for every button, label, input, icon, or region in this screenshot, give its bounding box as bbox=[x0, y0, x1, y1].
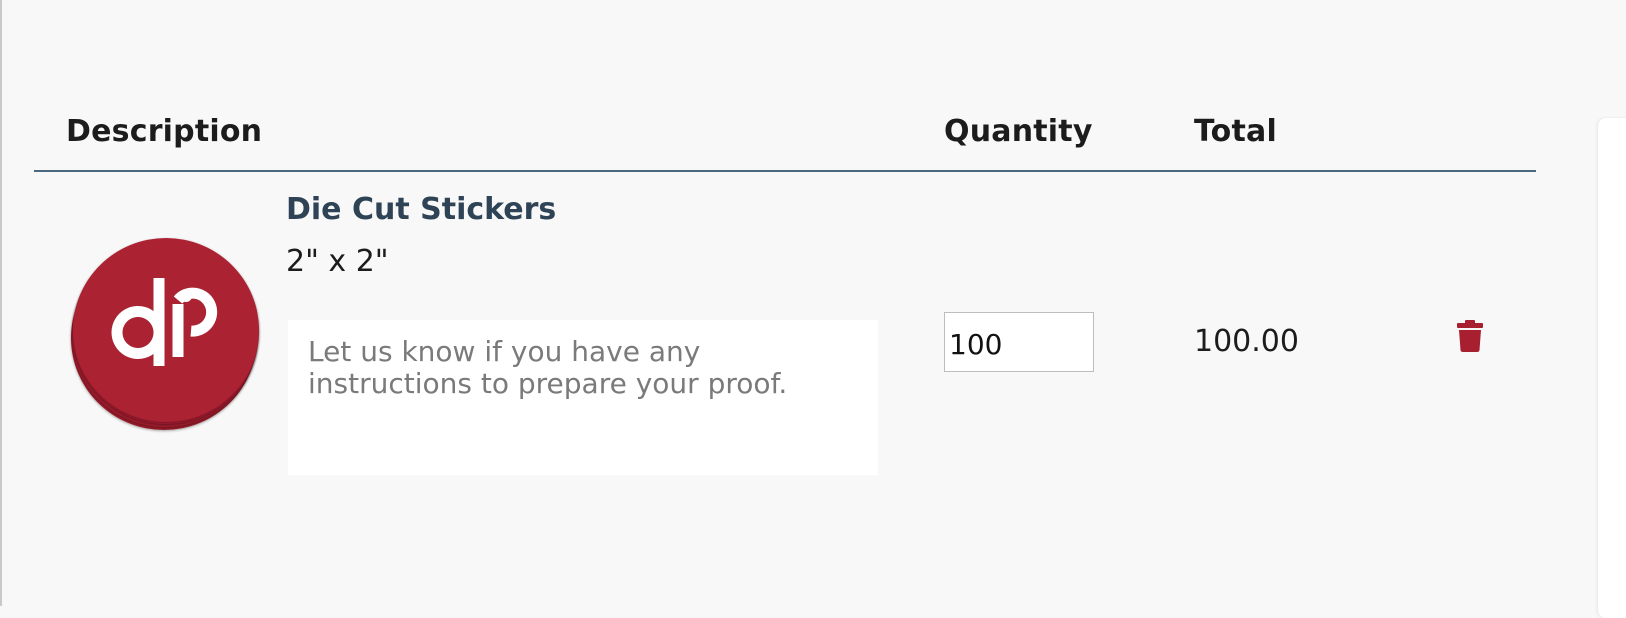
cart-item-row: Die Cut Stickers 2" x 2" 100.00 bbox=[34, 172, 1536, 492]
quantity-input[interactable] bbox=[944, 312, 1094, 372]
window-left-edge bbox=[0, 0, 2, 606]
column-header-quantity: Quantity bbox=[944, 114, 1093, 149]
remove-item-button[interactable] bbox=[1450, 320, 1490, 360]
trash-icon bbox=[1457, 320, 1483, 352]
product-thumbnail bbox=[68, 232, 264, 434]
cart-table-header: Description Quantity Total bbox=[34, 100, 1536, 172]
product-name[interactable]: Die Cut Stickers bbox=[286, 192, 556, 227]
cart-table: Description Quantity Total Die Cut Stick… bbox=[34, 100, 1536, 492]
product-size: 2" x 2" bbox=[286, 244, 389, 279]
column-header-description: Description bbox=[66, 114, 263, 149]
proof-instructions-textarea[interactable] bbox=[288, 320, 878, 475]
line-item-total: 100.00 bbox=[1194, 324, 1299, 359]
column-header-total: Total bbox=[1194, 114, 1277, 149]
cart-summary-panel-edge bbox=[1598, 118, 1626, 618]
sticker-stack-logo-icon bbox=[71, 238, 259, 430]
